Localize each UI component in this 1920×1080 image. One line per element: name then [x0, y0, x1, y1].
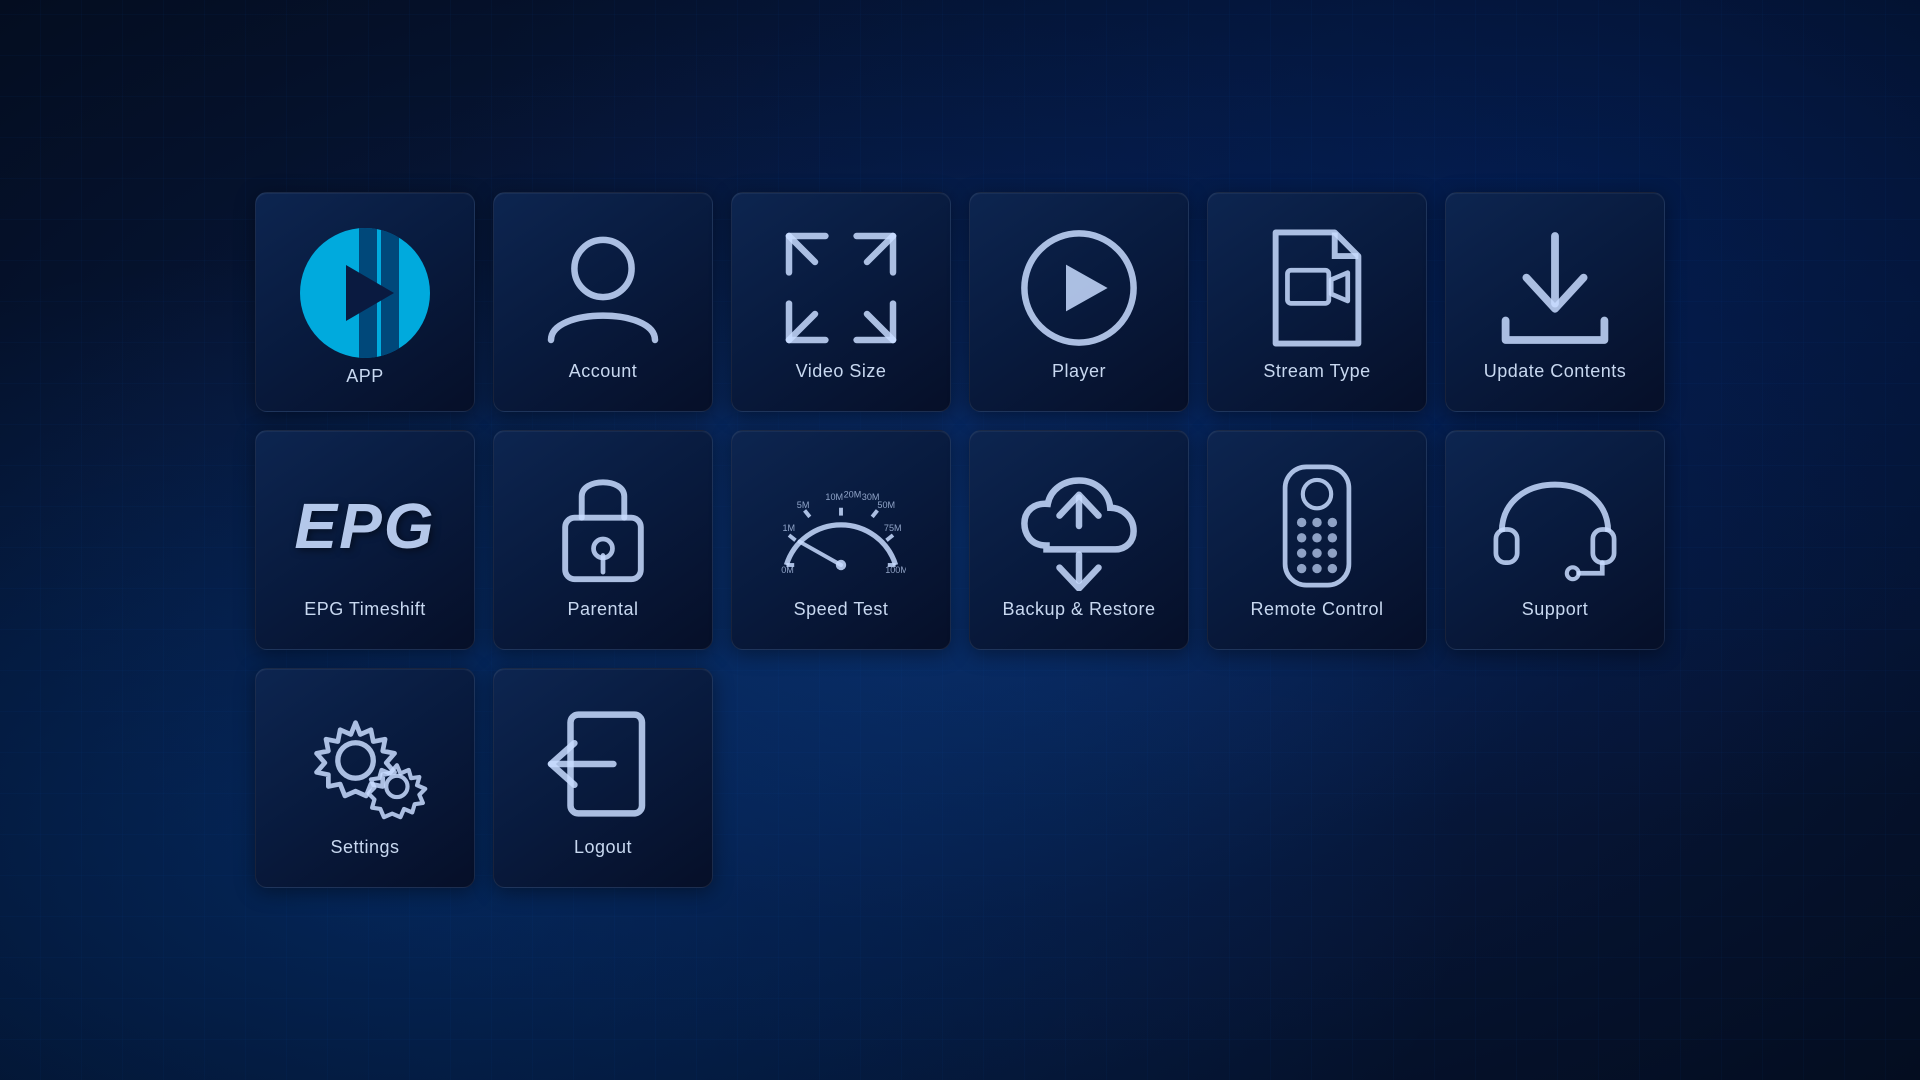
- tile-video-size-label: Video Size: [788, 361, 895, 382]
- tile-player-label: Player: [1044, 361, 1114, 382]
- tile-speed-test[interactable]: 0M 1M 5M 10M 20M 30M 50M 75M 100M Speed …: [731, 430, 951, 650]
- tile-parental-label: Parental: [559, 599, 646, 620]
- tile-parental[interactable]: Parental: [493, 430, 713, 650]
- tile-update-contents[interactable]: Update Contents: [1445, 192, 1665, 412]
- tile-stream-type[interactable]: Stream Type: [1207, 192, 1427, 412]
- tile-speed-test-label: Speed Test: [786, 599, 897, 620]
- backup-restore-icon: [1014, 461, 1144, 591]
- tile-app[interactable]: APP: [255, 192, 475, 412]
- tile-logout-label: Logout: [566, 837, 640, 858]
- tile-update-contents-label: Update Contents: [1476, 361, 1635, 382]
- svg-text:1M: 1M: [783, 523, 796, 533]
- epg-timeshift-icon: EPG: [300, 461, 430, 591]
- update-contents-icon: [1490, 223, 1620, 353]
- app-logo-icon: [300, 228, 430, 358]
- tile-settings[interactable]: Settings: [255, 668, 475, 888]
- tile-stream-type-label: Stream Type: [1255, 361, 1378, 382]
- settings-icon: [300, 699, 430, 829]
- svg-text:10M: 10M: [825, 492, 843, 502]
- player-icon: [1014, 223, 1144, 353]
- tile-remote-control[interactable]: Remote Control: [1207, 430, 1427, 650]
- tile-app-label: APP: [338, 366, 392, 387]
- svg-text:100M: 100M: [885, 564, 906, 574]
- tile-epg-timeshift[interactable]: EPG EPG Timeshift: [255, 430, 475, 650]
- tile-epg-timeshift-label: EPG Timeshift: [296, 599, 434, 620]
- tile-settings-label: Settings: [322, 837, 407, 858]
- tile-backup-restore-label: Backup & Restore: [994, 599, 1163, 620]
- account-icon: [538, 223, 668, 353]
- tile-support[interactable]: Support: [1445, 430, 1665, 650]
- svg-text:75M: 75M: [884, 523, 902, 533]
- remote-control-icon: [1252, 461, 1382, 591]
- tile-account[interactable]: Account: [493, 192, 713, 412]
- tile-video-size[interactable]: Video Size: [731, 192, 951, 412]
- tile-support-label: Support: [1514, 599, 1597, 620]
- parental-icon: [538, 461, 668, 591]
- svg-text:0M: 0M: [781, 564, 794, 574]
- svg-text:5M: 5M: [797, 499, 810, 509]
- speed-test-icon: 0M 1M 5M 10M 20M 30M 50M 75M 100M: [776, 461, 906, 591]
- tile-backup-restore[interactable]: Backup & Restore: [969, 430, 1189, 650]
- support-icon: [1490, 461, 1620, 591]
- tile-player[interactable]: Player: [969, 192, 1189, 412]
- logout-icon: [538, 699, 668, 829]
- tile-account-label: Account: [561, 361, 646, 382]
- svg-text:20M: 20M: [844, 489, 862, 499]
- settings-grid: APP Account: [235, 172, 1685, 908]
- tile-logout[interactable]: Logout: [493, 668, 713, 888]
- svg-text:50M: 50M: [877, 499, 895, 509]
- video-size-icon: [776, 223, 906, 353]
- stream-type-icon: [1252, 223, 1382, 353]
- tile-remote-control-label: Remote Control: [1242, 599, 1391, 620]
